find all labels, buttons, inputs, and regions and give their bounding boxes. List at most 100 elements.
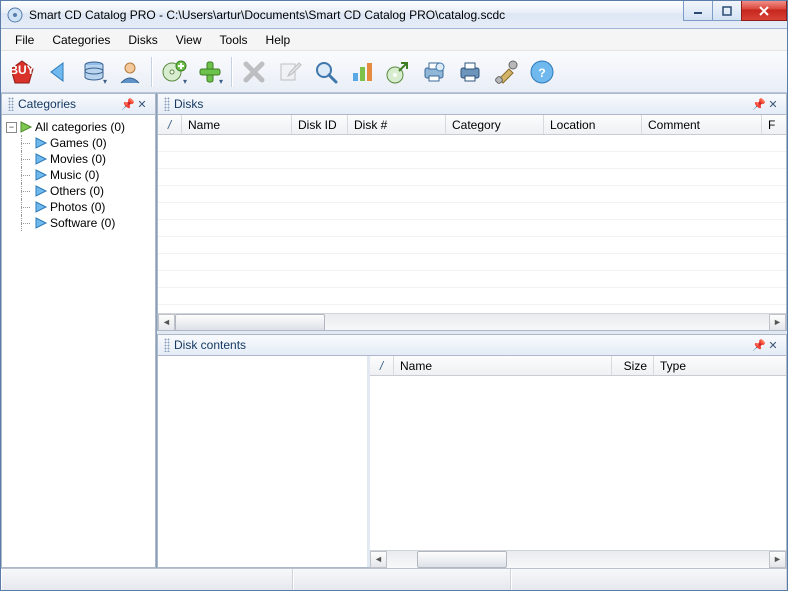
main-area: Categories 📌 ✕ − All categories (0) Game… [1, 93, 787, 568]
menu-help[interactable]: Help [258, 31, 299, 49]
tree-item-photos[interactable]: Photos (0) [4, 199, 153, 215]
title-bar: Smart CD Catalog PRO - C:\Users\artur\Do… [1, 1, 787, 29]
col-disk-num[interactable]: Disk # [348, 115, 446, 134]
menu-categories[interactable]: Categories [44, 31, 118, 49]
menu-view[interactable]: View [168, 31, 210, 49]
disks-title: Disks [174, 97, 752, 111]
maximize-button[interactable] [712, 1, 742, 21]
play-icon [19, 121, 33, 133]
grip-icon [8, 97, 14, 111]
tree-item-movies[interactable]: Movies (0) [4, 151, 153, 167]
play-icon [34, 217, 48, 229]
add-disk-icon [161, 59, 187, 85]
pin-button[interactable]: 📌 [752, 338, 766, 352]
database-icon [81, 59, 107, 85]
categories-title: Categories [18, 97, 121, 111]
col-sort[interactable]: / [370, 356, 394, 375]
col-f[interactable]: F [762, 115, 786, 134]
toolbar: BUY ? [1, 51, 787, 93]
contents-grid[interactable]: / Name Size Type ◄ ► [370, 356, 786, 567]
col-comment[interactable]: Comment [642, 115, 762, 134]
categories-header: Categories 📌 ✕ [1, 93, 156, 115]
grip-icon [164, 97, 170, 111]
app-icon [7, 7, 23, 23]
table-row [158, 135, 786, 152]
menu-tools[interactable]: Tools [212, 31, 256, 49]
back-button[interactable] [41, 55, 75, 89]
table-row [158, 254, 786, 271]
col-disk-id[interactable]: Disk ID [292, 115, 348, 134]
back-icon [45, 59, 71, 85]
close-panel-button[interactable]: ✕ [766, 338, 780, 352]
pin-button[interactable]: 📌 [752, 97, 766, 111]
tree-item-others[interactable]: Others (0) [4, 183, 153, 199]
scroll-track[interactable] [175, 314, 769, 331]
pin-button[interactable]: 📌 [121, 97, 135, 111]
export-button[interactable] [381, 55, 415, 89]
tree-root[interactable]: − All categories (0) [4, 119, 153, 135]
edit-button[interactable] [273, 55, 307, 89]
contents-body: / Name Size Type ◄ ► [157, 356, 787, 568]
categories-tree[interactable]: − All categories (0) Games (0) Movies (0… [1, 115, 156, 568]
user-icon [117, 59, 143, 85]
close-button[interactable] [741, 1, 787, 21]
disks-grid-body[interactable] [158, 135, 786, 313]
table-row [158, 203, 786, 220]
tree-item-label: Games (0) [50, 136, 107, 150]
tree-item-music[interactable]: Music (0) [4, 167, 153, 183]
scroll-left-button[interactable]: ◄ [158, 314, 175, 331]
right-area: Disks 📌 ✕ / Name Disk ID Disk # Category… [157, 93, 787, 568]
search-button[interactable] [309, 55, 343, 89]
menu-bar: File Categories Disks View Tools Help [1, 29, 787, 51]
database-button[interactable] [77, 55, 111, 89]
close-panel-button[interactable]: ✕ [766, 97, 780, 111]
add-disk-button[interactable] [157, 55, 191, 89]
col-name[interactable]: Name [182, 115, 292, 134]
play-icon [34, 169, 48, 181]
disks-grid[interactable]: / Name Disk ID Disk # Category Location … [157, 115, 787, 331]
scroll-right-button[interactable]: ► [769, 314, 786, 331]
scroll-thumb[interactable] [417, 551, 507, 568]
chart-icon [349, 59, 375, 85]
chart-button[interactable] [345, 55, 379, 89]
tree-item-games[interactable]: Games (0) [4, 135, 153, 151]
print-button[interactable] [453, 55, 487, 89]
delete-button[interactable] [237, 55, 271, 89]
contents-hscrollbar[interactable]: ◄ ► [370, 550, 786, 567]
contents-grid-body[interactable] [370, 376, 786, 550]
add-button[interactable] [193, 55, 227, 89]
expander-icon[interactable]: − [6, 122, 17, 133]
disks-panel: Disks 📌 ✕ / Name Disk ID Disk # Category… [157, 93, 787, 331]
menu-file[interactable]: File [7, 31, 42, 49]
col-size[interactable]: Size [612, 356, 654, 375]
settings-button[interactable] [489, 55, 523, 89]
col-category[interactable]: Category [446, 115, 544, 134]
menu-disks[interactable]: Disks [120, 31, 165, 49]
col-type[interactable]: Type [654, 356, 786, 375]
toolbar-separator [151, 57, 153, 87]
scroll-left-button[interactable]: ◄ [370, 551, 387, 568]
col-name[interactable]: Name [394, 356, 612, 375]
col-sort[interactable]: / [158, 115, 182, 134]
add-icon [197, 59, 223, 85]
col-location[interactable]: Location [544, 115, 642, 134]
scroll-track[interactable] [387, 551, 769, 568]
scroll-thumb[interactable] [175, 314, 325, 331]
user-button[interactable] [113, 55, 147, 89]
buy-button[interactable]: BUY [5, 55, 39, 89]
help-button[interactable]: ? [525, 55, 559, 89]
tree-item-label: Music (0) [50, 168, 99, 182]
minimize-button[interactable] [683, 1, 713, 21]
status-cell [511, 569, 787, 590]
tree-item-software[interactable]: Software (0) [4, 215, 153, 231]
play-icon [34, 201, 48, 213]
print-preview-button[interactable] [417, 55, 451, 89]
disks-header: Disks 📌 ✕ [157, 93, 787, 115]
categories-panel: Categories 📌 ✕ − All categories (0) Game… [1, 93, 157, 568]
scroll-right-button[interactable]: ► [769, 551, 786, 568]
contents-tree[interactable] [158, 356, 370, 567]
close-panel-button[interactable]: ✕ [135, 97, 149, 111]
tree-item-label: Photos (0) [50, 200, 105, 214]
disks-hscrollbar[interactable]: ◄ ► [158, 313, 786, 330]
search-icon [313, 59, 339, 85]
